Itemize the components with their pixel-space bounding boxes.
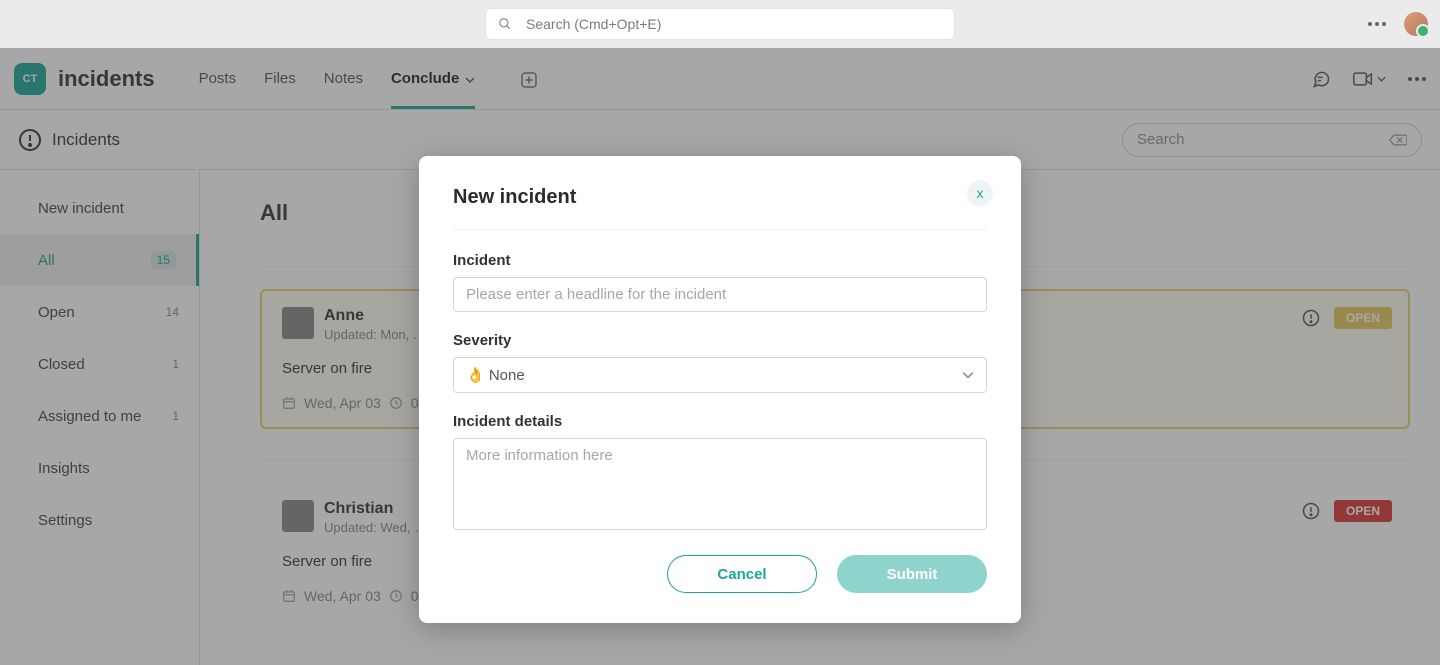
user-avatar[interactable] (1404, 12, 1428, 36)
submit-button[interactable]: Submit (837, 555, 987, 593)
severity-select[interactable]: 👌 None (453, 357, 987, 393)
close-icon: x (977, 185, 984, 201)
modal-title: New incident (453, 186, 987, 209)
divider (453, 229, 987, 230)
incident-headline-input[interactable] (453, 277, 987, 312)
incident-label: Incident (453, 252, 987, 269)
global-search[interactable]: Search (Cmd+Opt+E) (485, 8, 955, 40)
severity-label: Severity (453, 332, 987, 349)
chevron-down-icon (962, 371, 974, 379)
cancel-button[interactable]: Cancel (667, 555, 817, 593)
severity-value: 👌 None (466, 366, 525, 384)
incident-details-textarea[interactable] (453, 438, 987, 530)
close-button[interactable]: x (967, 180, 993, 206)
modal-overlay: New incident x Incident Severity 👌 None … (0, 48, 1440, 665)
details-label: Incident details (453, 413, 987, 430)
global-search-placeholder: Search (Cmd+Opt+E) (526, 16, 661, 32)
global-topbar: Search (Cmd+Opt+E) (0, 0, 1440, 48)
new-incident-modal: New incident x Incident Severity 👌 None … (419, 156, 1021, 623)
more-icon[interactable] (1368, 22, 1386, 26)
search-icon (498, 17, 512, 31)
